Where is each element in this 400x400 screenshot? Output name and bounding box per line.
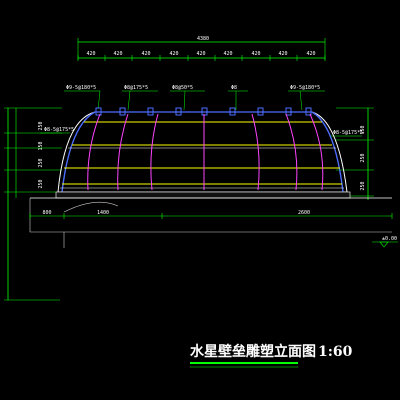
overall-dimension-label: 4380 xyxy=(197,36,209,42)
segment-label: 420 xyxy=(141,51,150,57)
ground-dimension-label: 800 xyxy=(42,210,51,216)
ground-slope-curve xyxy=(63,201,119,213)
sculpture-outline xyxy=(57,111,348,193)
segment-label: 420 xyxy=(223,51,232,57)
left-dimension-label: 250 xyxy=(38,158,44,167)
callout-label: Φ9-5@180*5 xyxy=(66,85,96,91)
segment-label: 420 xyxy=(251,51,260,57)
right-callout-label: Φ8-5@175*5 xyxy=(333,130,363,136)
segment-label: 420 xyxy=(306,51,315,57)
drawing-scale: 1:60 xyxy=(318,344,353,360)
segment-label: 420 xyxy=(169,51,178,57)
base-plinth xyxy=(55,191,351,199)
callout-label: Φ8@50*5 xyxy=(172,85,193,91)
segment-dimension-labels: 420 420 420 420 420 420 420 420 420 xyxy=(86,51,315,57)
elevation-marker-icon xyxy=(379,241,389,248)
callout-label: Φ8@175*5 xyxy=(124,85,148,91)
segment-label: 420 xyxy=(113,51,122,57)
ground-dimension-label: 2600 xyxy=(298,210,310,216)
left-dimension-label: 150 xyxy=(38,141,44,150)
segment-label: 420 xyxy=(278,51,287,57)
segment-label: 420 xyxy=(196,51,205,57)
callout-label: Φ8 xyxy=(231,85,237,91)
drawing-canvas: 4380 420 420 420 420 420 420 420 420 420… xyxy=(0,0,400,400)
right-dimension-label: 250 xyxy=(360,153,366,162)
ground-dimension-label: 1400 xyxy=(97,210,109,216)
vertical-ribs xyxy=(87,113,324,191)
segment-label: 420 xyxy=(86,51,95,57)
horizontal-rebar-bands xyxy=(60,121,344,189)
right-dimension-label: 250 xyxy=(360,181,366,190)
foundation-outline xyxy=(29,198,392,233)
left-callout-label: Φ8-5@175*5 xyxy=(44,127,74,133)
elevation-drawing: 4380 420 420 420 420 420 420 420 420 420… xyxy=(4,36,398,368)
left-dimension-label: 250 xyxy=(38,179,44,188)
callout-label: Φ9-5@180*5 xyxy=(290,85,320,91)
rebar-callouts: Φ9-5@180*5 Φ8@175*5 Φ8@50*5 Φ8 Φ9-5@180*… xyxy=(64,85,325,111)
left-dimension-column: 250 150 250 250 Φ8-5@175*5 xyxy=(4,107,74,301)
drawing-title: 水星壁垒雕塑立面图 xyxy=(190,343,316,360)
elevation-label: ±0.00 xyxy=(382,236,397,242)
